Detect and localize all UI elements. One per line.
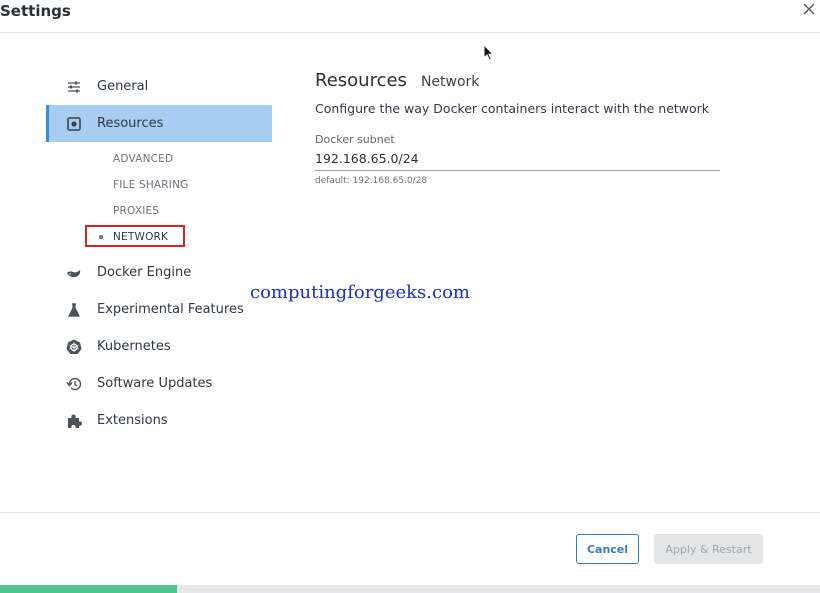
close-button[interactable]	[800, 0, 818, 18]
submenu-item-advanced[interactable]: ADVANCED	[46, 146, 272, 172]
status-bar	[0, 585, 820, 593]
current-bullet-icon	[99, 235, 103, 239]
sidebar-item-kubernetes[interactable]: Kubernetes	[46, 328, 272, 365]
sidebar-item-software-updates[interactable]: Software Updates	[46, 365, 272, 402]
submenu-item-proxies[interactable]: PROXIES	[46, 198, 272, 224]
sidebar-item-label: Extensions	[97, 413, 168, 428]
submenu-item-label: FILE SHARING	[113, 179, 189, 191]
sidebar-item-label: Docker Engine	[97, 265, 192, 280]
window-title: Settings	[0, 2, 71, 20]
watermark-text: computingforgeeks.com	[250, 282, 470, 303]
resources-submenu: ADVANCED FILE SHARING PROXIES NETWORK	[46, 142, 272, 254]
submenu-item-file-sharing[interactable]: FILE SHARING	[46, 172, 272, 198]
panel-heading: Resources Network	[315, 70, 725, 91]
cancel-button[interactable]: Cancel	[576, 534, 639, 564]
top-divider	[0, 32, 820, 33]
docker-subnet-label: Docker subnet	[315, 133, 395, 146]
apply-restart-button[interactable]: Apply & Restart	[654, 534, 763, 564]
settings-sidebar: General Resources ADVANCED FILE SHARING …	[46, 68, 272, 439]
puzzle-icon	[64, 413, 84, 429]
sidebar-item-extensions[interactable]: Extensions	[46, 402, 272, 439]
submenu-item-label: ADVANCED	[113, 153, 174, 165]
close-icon[interactable]	[803, 3, 815, 15]
docker-subnet-input[interactable]	[315, 148, 720, 171]
page-title: Resources	[315, 70, 407, 91]
history-icon	[64, 376, 84, 392]
page-description: Configure the way Docker containers inte…	[315, 101, 710, 116]
sidebar-item-label: General	[97, 79, 149, 94]
sidebar-item-experimental-features[interactable]: Experimental Features	[46, 291, 272, 328]
network-settings-panel: Resources Network Configure the way Dock…	[315, 70, 725, 186]
footer-divider	[0, 512, 820, 513]
mouse-pointer-icon	[483, 43, 495, 65]
sidebar-item-label: Software Updates	[97, 376, 213, 391]
whale-icon	[64, 265, 84, 281]
submenu-item-network[interactable]: NETWORK	[46, 224, 272, 250]
helm-wheel-icon	[64, 339, 84, 355]
status-progress-indicator	[0, 585, 177, 593]
flask-icon	[64, 302, 84, 318]
submenu-item-label: PROXIES	[113, 205, 160, 217]
resources-icon	[64, 116, 84, 132]
sliders-icon	[64, 79, 84, 95]
page-subtitle: Network	[420, 74, 480, 90]
sidebar-item-label: Experimental Features	[97, 302, 244, 317]
sidebar-item-docker-engine[interactable]: Docker Engine	[46, 254, 272, 291]
docker-subnet-hint: default: 192.168.65.0/28	[315, 176, 428, 186]
sidebar-item-label: Kubernetes	[97, 339, 171, 354]
sidebar-item-general[interactable]: General	[46, 68, 272, 105]
sidebar-item-label: Resources	[97, 116, 164, 131]
sidebar-item-resources[interactable]: Resources	[46, 105, 272, 142]
